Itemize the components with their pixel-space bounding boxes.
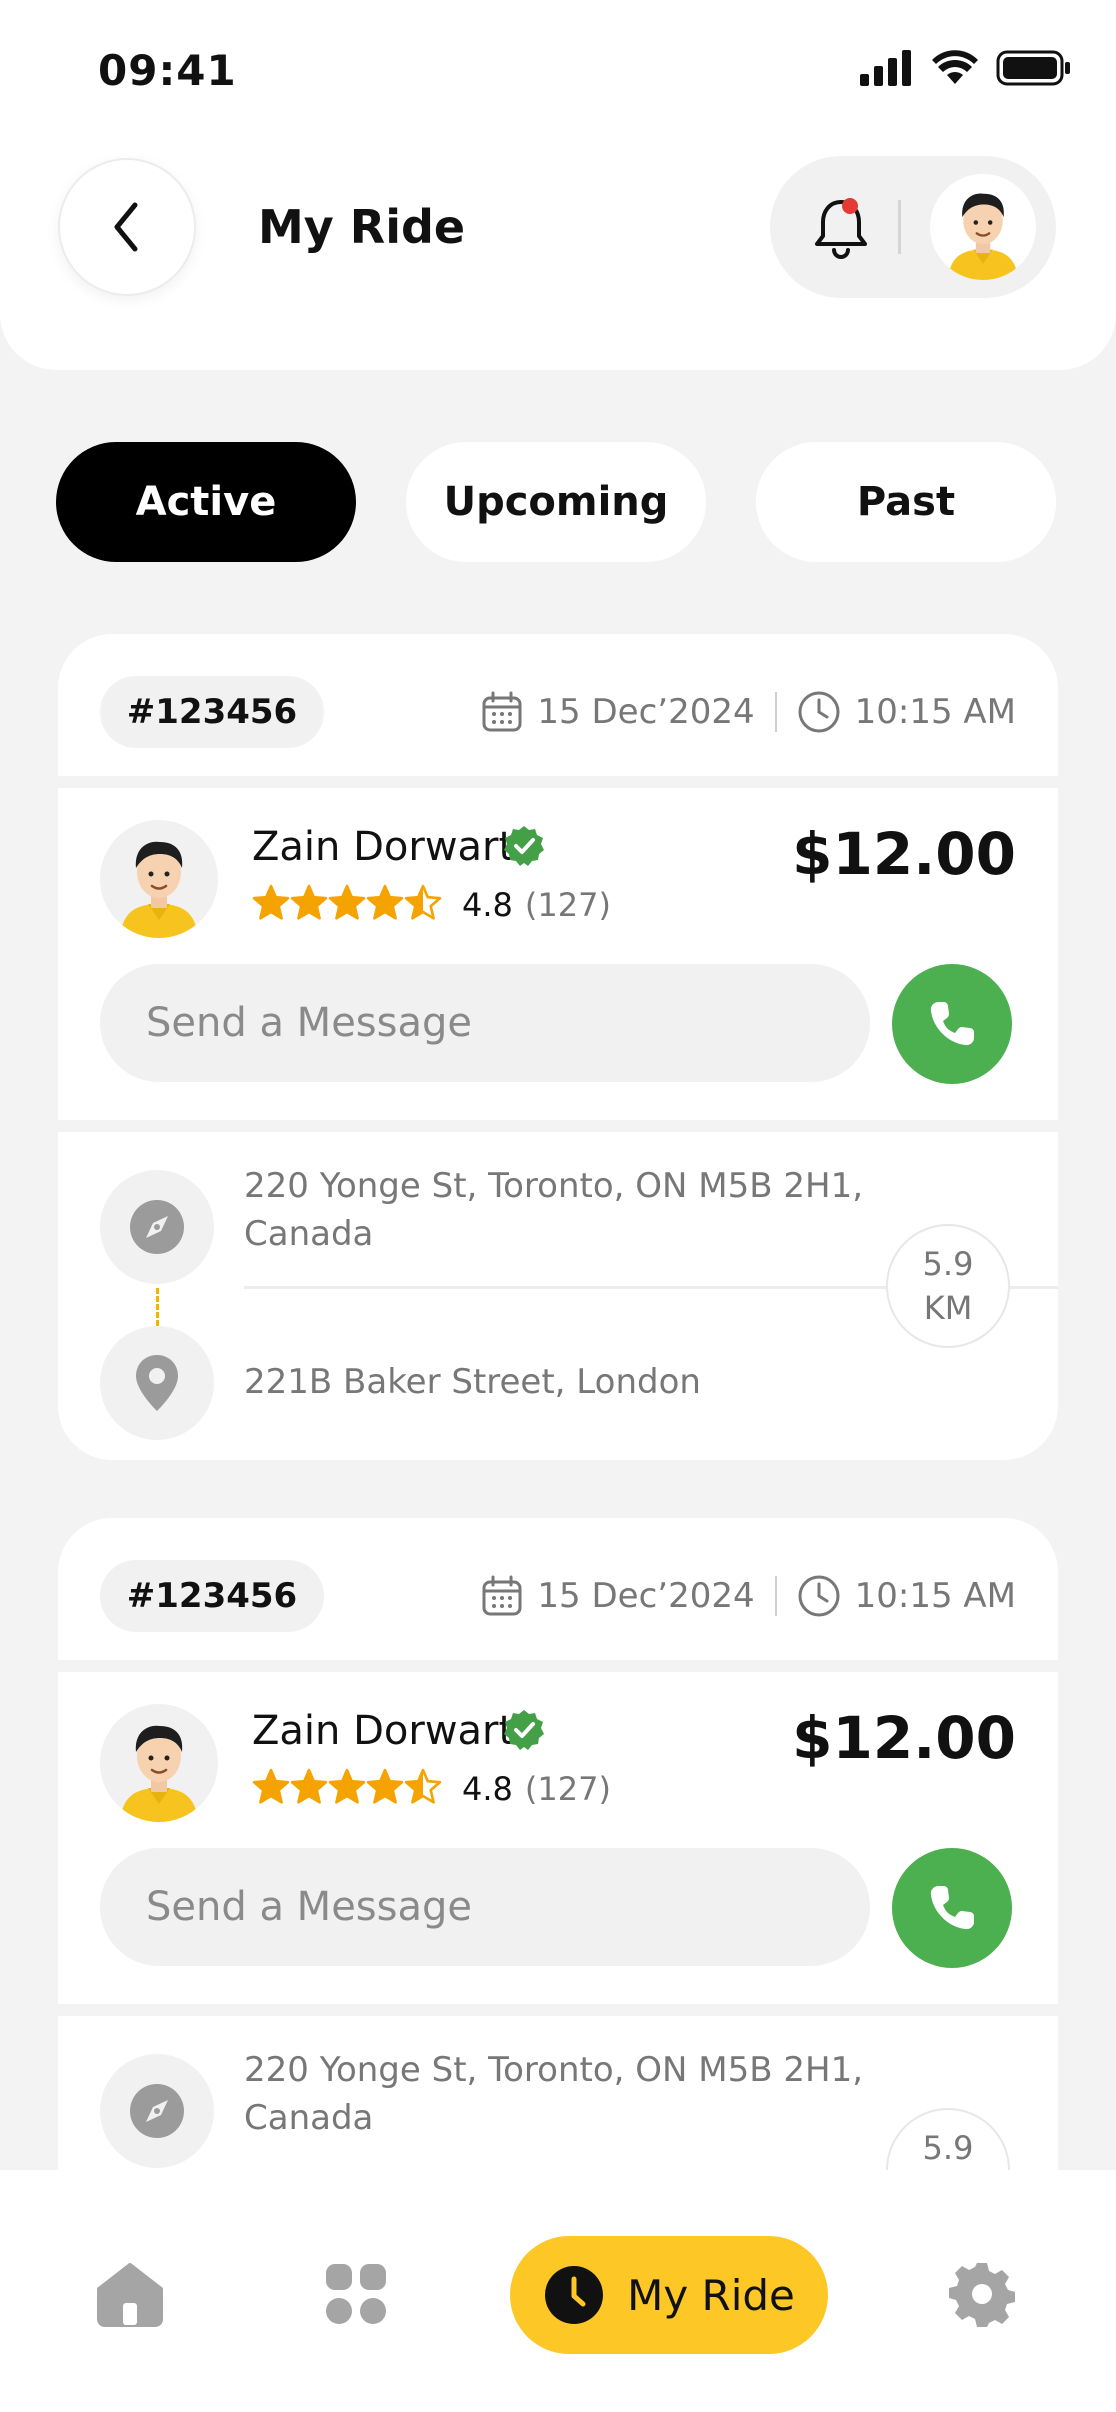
verified-badge-icon [504, 1710, 544, 1750]
ride-price: $12.00 [792, 1704, 1016, 1772]
grid-icon [326, 2264, 386, 2324]
distance-badge: 5.9 KM [886, 1224, 1010, 1348]
ride-id: #123456 [100, 1560, 324, 1632]
clock-icon [798, 691, 840, 733]
ride-tabs: Active Upcoming Past [56, 442, 1056, 564]
pickup-marker [100, 2054, 214, 2168]
pickup-address: 220 Yonge St, Toronto, ON M5B 2H1, Canad… [244, 1166, 864, 1254]
ride-meta: 15 Dec’2024 10:15 AM [481, 1568, 1016, 1624]
calendar-icon [482, 1575, 522, 1616]
star-filled-icon [252, 1768, 290, 1804]
rating-stars [252, 1768, 442, 1810]
user-avatar[interactable] [930, 174, 1036, 280]
distance-value: 5.9 [922, 1245, 974, 1283]
star-filled-icon [328, 1768, 366, 1804]
star-half-icon [404, 884, 442, 920]
star-half-icon [404, 1768, 442, 1804]
driver-name: Zain Dorwart [252, 1708, 515, 1754]
nav-my-ride[interactable]: My Ride [510, 2236, 828, 2354]
verified-badge-icon [504, 826, 544, 866]
ride-card[interactable]: #123456 15 Dec’2024 10:15 AM Zain Dorwar… [58, 634, 1058, 1460]
header-divider [898, 200, 901, 254]
card-divider [58, 1660, 1058, 1672]
location-pin-icon [136, 1355, 178, 1411]
app-header: 09:41 My Ride [0, 0, 1116, 370]
route-connector [156, 1288, 159, 1326]
home-icon [97, 2263, 163, 2327]
status-time: 09:41 [98, 46, 237, 95]
call-button[interactable] [892, 964, 1012, 1084]
dropoff-address: 221B Baker Street, London [244, 1362, 701, 1402]
header-actions [770, 156, 1056, 298]
compass-icon [130, 2084, 184, 2138]
notification-dot [842, 198, 858, 214]
call-button[interactable] [892, 1848, 1012, 1968]
back-button[interactable] [58, 158, 196, 296]
driver-name: Zain Dorwart [252, 824, 515, 870]
meta-divider [774, 1576, 777, 1616]
card-divider [58, 776, 1058, 788]
battery-icon [996, 50, 1070, 86]
star-filled-icon [252, 884, 290, 920]
pickup-marker [100, 1170, 214, 1284]
star-filled-icon [328, 884, 366, 920]
gear-icon [949, 2263, 1015, 2327]
rating-stars [252, 884, 442, 926]
calendar-icon [482, 691, 522, 732]
ride-id: #123456 [100, 676, 324, 748]
rating-count: (127) [524, 886, 611, 924]
driver-avatar-icon [120, 841, 198, 938]
nav-home[interactable] [70, 2234, 190, 2354]
rating-value: 4.8 [462, 1770, 513, 1808]
page-title: My Ride [258, 200, 466, 254]
signal-icon [860, 50, 911, 86]
distance-value: 5.9 [922, 2129, 974, 2167]
distance-unit: KM [923, 1289, 973, 1327]
driver-avatar [100, 820, 218, 938]
star-filled-icon [366, 884, 404, 920]
ride-date: 15 Dec’2024 [537, 1576, 755, 1616]
driver-avatar [100, 1704, 218, 1822]
ride-price: $12.00 [792, 820, 1016, 888]
wifi-icon [932, 50, 978, 84]
rating-count: (127) [524, 1770, 611, 1808]
message-input[interactable] [100, 964, 870, 1082]
user-avatar-icon [947, 193, 1019, 280]
tab-active[interactable]: Active [56, 442, 356, 562]
compass-icon [130, 1200, 184, 1254]
status-icons [860, 50, 1072, 86]
pickup-address: 220 Yonge St, Toronto, ON M5B 2H1, Canad… [244, 2050, 864, 2138]
star-filled-icon [366, 1768, 404, 1804]
card-divider [58, 1120, 1058, 1132]
phone-icon [930, 1002, 974, 1046]
phone-icon [930, 1886, 974, 1930]
clock-icon [798, 1575, 840, 1617]
ride-time: 10:15 AM [854, 1576, 1016, 1616]
driver-avatar-icon [120, 1725, 198, 1822]
ride-time: 10:15 AM [854, 692, 1016, 732]
star-filled-icon [290, 1768, 328, 1804]
card-divider [58, 2004, 1058, 2016]
driver-rating: 4.8 (127) [252, 884, 611, 926]
bell-icon[interactable] [806, 192, 876, 262]
chevron-left-icon [114, 202, 138, 252]
tab-past[interactable]: Past [756, 442, 1056, 562]
nav-settings[interactable] [922, 2234, 1042, 2354]
ride-date: 15 Dec’2024 [537, 692, 755, 732]
clock-icon [545, 2266, 604, 2324]
star-filled-icon [290, 884, 328, 920]
dropoff-marker [100, 1326, 214, 1440]
ride-meta: 15 Dec’2024 10:15 AM [481, 684, 1016, 740]
meta-divider [774, 692, 777, 732]
rating-value: 4.8 [462, 886, 513, 924]
message-input[interactable] [100, 1848, 870, 1966]
tab-upcoming[interactable]: Upcoming [406, 442, 706, 562]
nav-grid[interactable] [296, 2234, 416, 2354]
driver-rating: 4.8 (127) [252, 1768, 611, 1810]
nav-my-ride-label: My Ride [627, 2270, 795, 2320]
bottom-nav: My Ride [0, 2170, 1116, 2412]
